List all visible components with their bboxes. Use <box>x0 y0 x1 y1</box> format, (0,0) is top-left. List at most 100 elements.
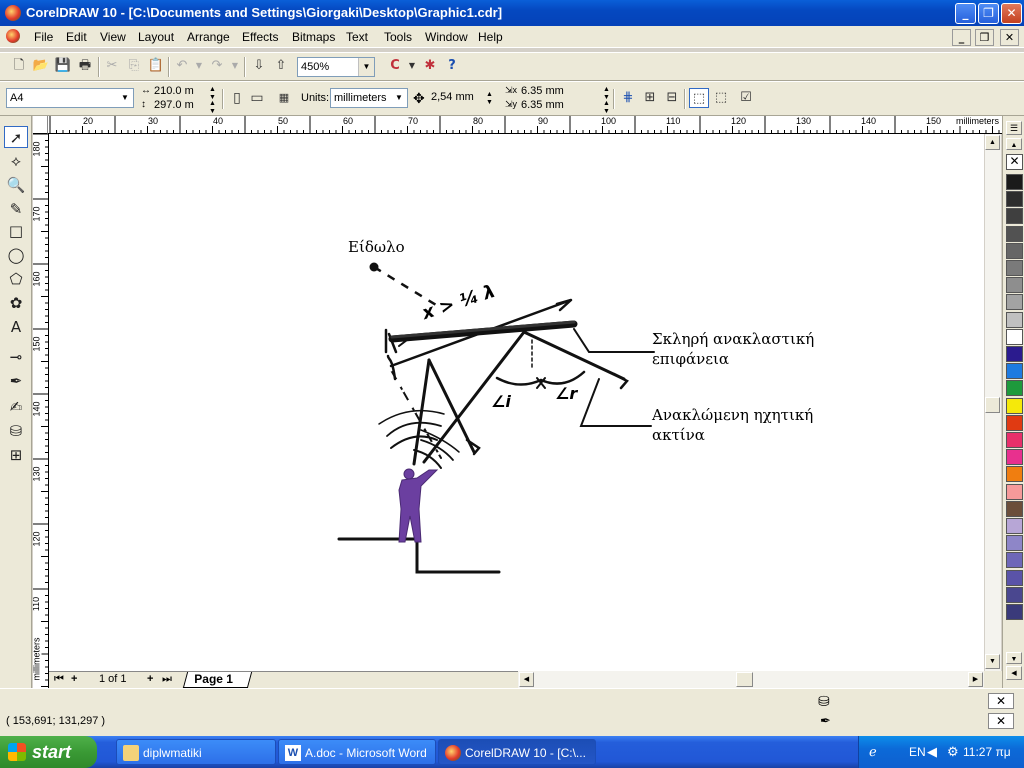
last-page-icon[interactable]: ⏭ <box>162 673 172 686</box>
color-swatch[interactable] <box>1006 346 1023 362</box>
menu-text[interactable]: Text <box>346 30 368 44</box>
color-swatch[interactable] <box>1006 397 1023 414</box>
ellipse-tool-icon[interactable]: ◯ <box>4 244 28 266</box>
chevron-down-icon[interactable]: ▼ <box>117 89 133 107</box>
outline-tool-icon[interactable]: ✍ <box>4 396 28 418</box>
horizontal-scroll-thumb[interactable] <box>736 672 753 687</box>
navigator-corner[interactable] <box>984 671 1002 688</box>
task-diplwmatiki[interactable]: diplwmatiki <box>116 739 276 765</box>
outline-indicator-icon[interactable]: ✒ <box>820 713 831 729</box>
color-swatch[interactable] <box>1006 363 1023 380</box>
snap-to-objects-icon[interactable]: ⊟ <box>662 88 682 108</box>
ruler-origin[interactable] <box>33 116 48 134</box>
color-swatch[interactable] <box>1006 449 1023 466</box>
portrait-icon[interactable]: ▯ <box>227 88 247 108</box>
launcher-dropdown-icon[interactable]: ▼ <box>402 56 422 76</box>
landscape-icon[interactable]: ▭ <box>247 88 267 108</box>
paste-icon[interactable]: 📋 <box>146 56 166 76</box>
color-swatch[interactable] <box>1006 174 1023 190</box>
color-swatch[interactable] <box>1006 277 1023 294</box>
print-icon[interactable]: 🖶 <box>75 56 95 76</box>
draw-objects-icon[interactable]: ⬚ <box>711 88 731 108</box>
start-button[interactable]: start <box>0 736 97 768</box>
doc-minimize-button[interactable]: _ <box>952 29 971 46</box>
color-swatch[interactable] <box>1006 328 1023 345</box>
save-icon[interactable]: 💾 <box>53 56 73 76</box>
coreldraw-app-icon[interactable] <box>5 5 21 21</box>
page-width-field[interactable]: 210.0 m <box>151 85 217 99</box>
document-icon[interactable] <box>6 29 20 43</box>
page-height-field[interactable]: 297.0 m <box>151 99 217 113</box>
fill-indicator-icon[interactable]: ⛁ <box>818 693 830 710</box>
vertical-ruler[interactable]: 180 170 160 150 140 130 120 110 millimet… <box>33 134 49 688</box>
fill-tool-icon[interactable]: ⛁ <box>4 420 28 442</box>
color-swatch[interactable] <box>1006 432 1023 448</box>
basic-shapes-tool-icon[interactable]: ✿ <box>4 292 28 314</box>
network-icon[interactable]: ⚙ <box>947 744 959 760</box>
add-page-before-icon[interactable]: + <box>71 673 77 685</box>
color-swatch[interactable] <box>1006 311 1023 328</box>
snap-to-grid-icon[interactable]: ⋕ <box>618 88 638 108</box>
reflected-ray-label-2[interactable]: ακτίνα <box>652 426 705 444</box>
units-combo[interactable]: millimeters ▼ <box>330 88 408 108</box>
cut-icon[interactable]: ✂ <box>102 56 122 76</box>
color-swatch[interactable] <box>1006 500 1023 517</box>
color-swatch[interactable] <box>1006 586 1023 603</box>
horizontal-ruler[interactable]: 20 30 40 50 60 70 80 90 100 110 120 130 … <box>48 116 1002 134</box>
menu-layout[interactable]: Layout <box>138 30 174 44</box>
menu-help[interactable]: Help <box>478 30 503 44</box>
copy-icon[interactable]: ⎘ <box>124 56 144 76</box>
eyedropper-tool-icon[interactable]: ✒ <box>4 370 28 392</box>
zoom-level-combo[interactable]: 450% ▼ <box>297 57 375 77</box>
zoom-tool-icon[interactable]: 🔍 <box>4 174 28 196</box>
scroll-right-icon[interactable]: ▶ <box>968 672 983 687</box>
sketch-drawing[interactable] <box>49 134 984 671</box>
menu-file[interactable]: File <box>34 30 53 44</box>
menu-edit[interactable]: Edit <box>66 30 87 44</box>
menu-tools[interactable]: Tools <box>384 30 412 44</box>
color-swatch[interactable] <box>1006 260 1023 276</box>
no-fill-swatch[interactable]: ✕ <box>988 693 1014 709</box>
interactive-blend-tool-icon[interactable]: ⊸ <box>4 346 28 368</box>
first-page-icon[interactable]: ⏮ <box>54 673 64 686</box>
menu-arrange[interactable]: Arrange <box>187 30 230 44</box>
menu-bitmaps[interactable]: Bitmaps <box>292 30 335 44</box>
color-swatch[interactable] <box>1006 604 1023 620</box>
vertical-scrollbar[interactable]: ▲ ▼ <box>984 134 1001 671</box>
color-swatch[interactable] <box>1006 191 1023 208</box>
menu-window[interactable]: Window <box>425 30 468 44</box>
menu-view[interactable]: View <box>100 30 126 44</box>
treat-as-filled-icon[interactable]: ⬚ <box>689 88 709 108</box>
palette-menu-icon[interactable]: ☰ <box>1006 121 1022 135</box>
task-word[interactable]: W A.doc - Microsoft Word <box>278 739 436 765</box>
horizontal-scrollbar[interactable]: ◀ ▶ <box>518 671 984 688</box>
duplicate-x-field[interactable]: 6.35 mm <box>518 85 602 99</box>
import-icon[interactable]: ⇩ <box>249 56 269 76</box>
whats-this-help-icon[interactable]: ? <box>442 56 462 76</box>
freehand-tool-icon[interactable]: ✎ <box>4 198 28 220</box>
restore-button[interactable]: ❐ <box>978 3 999 24</box>
pick-tool-icon[interactable]: ➚ <box>4 126 28 148</box>
interactive-fill-tool-icon[interactable]: ⊞ <box>4 444 28 466</box>
polygon-tool-icon[interactable]: ⬠ <box>4 268 28 290</box>
paper-type-combo[interactable]: A4 ▼ <box>6 88 134 108</box>
surface-label-1[interactable]: Σκληρή ανακλαστική <box>652 330 814 348</box>
tray-expand-icon[interactable]: ◀ <box>927 744 937 760</box>
vertical-scroll-thumb[interactable] <box>985 397 1000 413</box>
doc-close-button[interactable]: ✕ <box>1000 29 1019 46</box>
scroll-left-icon[interactable]: ◀ <box>519 672 534 687</box>
no-color-swatch[interactable]: ✕ <box>1006 154 1023 170</box>
surface-label-2[interactable]: επιφάνεια <box>652 350 729 368</box>
color-swatch[interactable] <box>1006 225 1023 242</box>
palette-expand-icon[interactable]: ◀ <box>1006 666 1022 680</box>
redo-dropdown-icon[interactable]: ▼ <box>225 56 245 76</box>
add-page-after-icon[interactable]: + <box>147 673 153 685</box>
color-swatch[interactable] <box>1006 466 1023 483</box>
options-icon[interactable]: ☑ <box>736 88 756 108</box>
page-layout-icon[interactable]: ▦ <box>274 88 294 108</box>
chevron-down-icon[interactable]: ▼ <box>358 58 374 76</box>
color-swatch[interactable] <box>1006 569 1023 586</box>
color-swatch[interactable] <box>1006 535 1023 552</box>
rectangle-tool-icon[interactable]: □ <box>4 220 28 242</box>
no-outline-swatch[interactable]: ✕ <box>988 713 1014 729</box>
